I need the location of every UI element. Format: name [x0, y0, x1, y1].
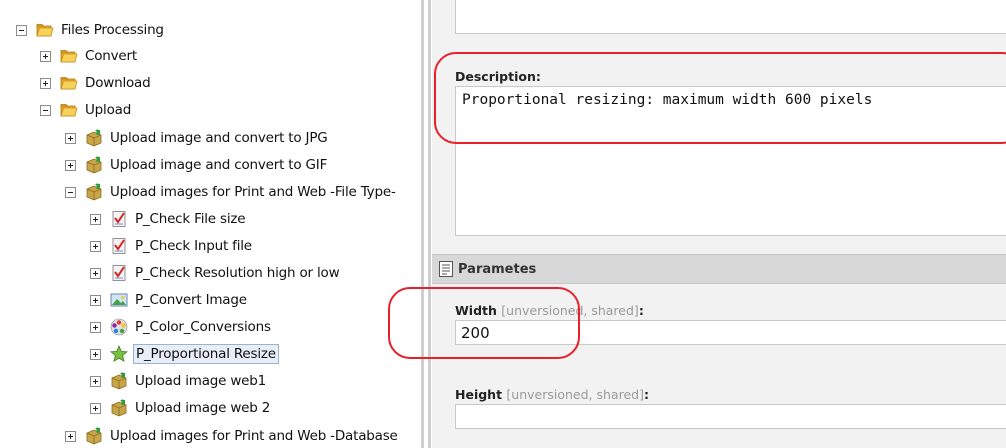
tree-node-label: Files Processing [61, 22, 164, 38]
field-name: Width [455, 303, 497, 318]
field-colon: : [638, 303, 644, 318]
tree-node-upload-web2[interactable]: Upload image web 2 [90, 396, 272, 420]
pane-splitter[interactable] [420, 0, 432, 448]
tree-node-label: Download [85, 75, 151, 91]
workflow-icon [110, 399, 128, 417]
plus-toggle-icon[interactable] [90, 402, 101, 414]
description-textarea[interactable]: Proportional resizing: maximum width 600… [455, 86, 1006, 236]
folder-icon [60, 74, 78, 92]
tree-node-label-selected: P_Proportional Resize [133, 344, 279, 364]
width-input[interactable]: 200 [455, 320, 1006, 345]
plus-toggle-icon[interactable] [90, 240, 101, 252]
tree-node-label: P_Check File size [135, 211, 246, 227]
plus-toggle-icon[interactable] [90, 294, 101, 306]
image-icon [110, 291, 128, 309]
height-input[interactable] [455, 404, 1006, 429]
folder-icon [60, 101, 78, 119]
tree-node-proportional-resize[interactable]: P_Proportional Resize [90, 342, 279, 366]
tree-node-label: Upload images for Print and Web -Databas… [110, 428, 398, 444]
color-wheel-icon [110, 318, 128, 336]
description-label: Description: [455, 69, 541, 84]
tree-node-upload-jpg[interactable]: Upload image and convert to JPG [65, 126, 330, 150]
tree-node-label: Upload image web1 [135, 373, 267, 389]
plus-toggle-icon[interactable] [65, 430, 76, 442]
plus-toggle-icon[interactable] [90, 348, 101, 360]
section-title: Parametes [458, 261, 537, 277]
parameters-icon [439, 261, 453, 277]
parameters-section-header[interactable]: Parametes [432, 254, 1006, 284]
plus-toggle-icon[interactable] [90, 267, 101, 279]
field-colon: : [643, 387, 649, 402]
tree-node-label: Convert [85, 48, 137, 64]
tree-node-label: Upload image and convert to GIF [110, 157, 328, 173]
tree-node-label: P_Convert Image [135, 292, 247, 308]
plus-toggle-icon[interactable] [90, 375, 101, 387]
checklist-icon [110, 237, 128, 255]
minus-toggle-icon[interactable] [16, 24, 27, 36]
tree-node-files-processing[interactable]: Files Processing [16, 18, 166, 42]
width-label: Width [unversioned, shared]: [455, 303, 644, 318]
folder-icon [60, 47, 78, 65]
tree-node-label: Upload images for Print and Web -File Ty… [110, 184, 396, 200]
workflow-icon [85, 156, 103, 174]
tree-node-check-file-size[interactable]: P_Check File size [90, 207, 247, 231]
details-pane: Description: Proportional resizing: maxi… [432, 0, 1006, 448]
tree-node-label: Upload [85, 102, 132, 118]
tree-node-convert[interactable]: Convert [40, 44, 139, 68]
tree-node-upload[interactable]: Upload [40, 98, 133, 122]
tree-node-label: P_Check Input file [135, 238, 252, 254]
tree-node-download[interactable]: Download [40, 71, 153, 95]
plus-toggle-icon[interactable] [90, 213, 101, 225]
tree-node-check-input-file[interactable]: P_Check Input file [90, 234, 254, 258]
minus-toggle-icon[interactable] [40, 104, 51, 116]
plus-toggle-icon[interactable] [65, 159, 76, 171]
folder-icon [36, 21, 54, 39]
tree-node-check-resolution[interactable]: P_Check Resolution high or low [90, 261, 341, 285]
tree-node-convert-image[interactable]: P_Convert Image [90, 288, 249, 312]
field-meta: [unversioned, shared] [506, 387, 644, 402]
tree-node-label: P_Check Resolution high or low [135, 265, 340, 281]
tree-node-label: Upload image and convert to JPG [110, 130, 328, 146]
plus-toggle-icon[interactable] [90, 321, 101, 333]
tree-node-label: Upload image web 2 [135, 400, 271, 416]
splitter-line [421, 0, 424, 448]
workflow-icon [85, 183, 103, 201]
checklist-icon [110, 210, 128, 228]
height-label: Height [unversioned, shared]: [455, 387, 649, 402]
tree-node-upload-web1[interactable]: Upload image web1 [90, 369, 268, 393]
star-icon [110, 345, 128, 363]
minus-toggle-icon[interactable] [65, 186, 76, 198]
workflow-tree: Files Processing Convert Download Upload… [0, 0, 420, 448]
field-meta: [unversioned, shared] [501, 303, 639, 318]
plus-toggle-icon[interactable] [65, 132, 76, 144]
plus-toggle-icon[interactable] [40, 77, 51, 89]
field-name: Height [455, 387, 503, 402]
workflow-icon [85, 129, 103, 147]
plus-toggle-icon[interactable] [40, 50, 51, 62]
tree-node-label: P_Color_Conversions [135, 319, 271, 335]
checklist-icon [110, 264, 128, 282]
tree-node-color-conversions[interactable]: P_Color_Conversions [90, 315, 273, 339]
name-field[interactable] [455, 0, 1006, 34]
splitter-line [428, 0, 431, 448]
workflow-icon [85, 427, 103, 445]
tree-node-upload-print-web-database[interactable]: Upload images for Print and Web -Databas… [65, 424, 400, 448]
tree-node-upload-gif[interactable]: Upload image and convert to GIF [65, 153, 329, 177]
workflow-icon [110, 372, 128, 390]
tree-node-upload-print-web-filetype[interactable]: Upload images for Print and Web -File Ty… [65, 180, 398, 204]
